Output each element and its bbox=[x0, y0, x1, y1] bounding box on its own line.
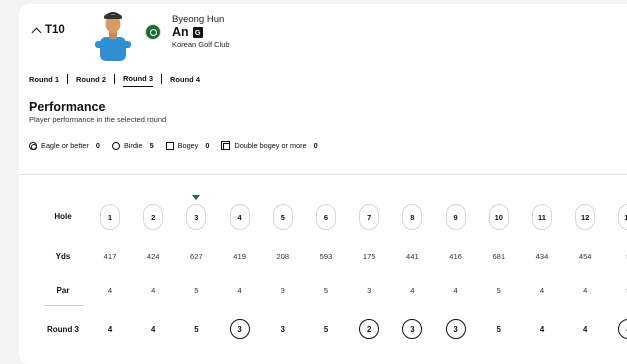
hole-number-1[interactable]: 1 bbox=[100, 204, 120, 230]
current-hole-marker-icon bbox=[192, 195, 201, 200]
player-last-name-row[interactable]: An G bbox=[172, 25, 203, 39]
player-scorecard-card: T10 Byeong Hun An G Korean Golf Club Rou… bbox=[19, 4, 627, 364]
tab-separator bbox=[67, 74, 68, 84]
hole-number-13[interactable]: 13 bbox=[618, 204, 627, 230]
hole-number-7[interactable]: 7 bbox=[359, 204, 380, 230]
yds-cell: 441 bbox=[406, 252, 419, 261]
score-cell: 4 bbox=[618, 319, 627, 339]
tab-separator bbox=[161, 74, 162, 84]
par-cell: 4 bbox=[410, 286, 415, 295]
hole-number-5[interactable]: 5 bbox=[272, 204, 293, 230]
birdie-icon bbox=[111, 141, 120, 150]
yds-cell: 416 bbox=[449, 252, 462, 261]
player-first-name: Byeong Hun bbox=[172, 14, 225, 25]
score-legend: Eagle or better 0 Birdie 5 Bogey 0 Doubl… bbox=[29, 141, 330, 150]
eagle-icon bbox=[29, 141, 37, 150]
bogey-icon bbox=[165, 141, 174, 150]
legend-birdie-count: 5 bbox=[149, 141, 154, 150]
tab-round-2[interactable]: Round 2 bbox=[76, 75, 106, 87]
par-cell: 5 bbox=[323, 286, 329, 295]
legend-eagle-label: Eagle or better bbox=[41, 141, 89, 150]
round-tabs: Round 1 Round 2 Round 3 Round 4 bbox=[29, 74, 200, 87]
par-cell: 5 bbox=[613, 286, 627, 295]
score-cell: 3 bbox=[229, 319, 250, 339]
legend-eagle-count: 0 bbox=[95, 141, 100, 150]
hole-number-8[interactable]: 8 bbox=[402, 204, 423, 230]
par-cell: 4 bbox=[539, 286, 545, 295]
legend-double-bogey-count: 0 bbox=[313, 141, 318, 150]
amateur-badge: G bbox=[192, 26, 203, 38]
score-cell: 3 bbox=[280, 324, 285, 334]
score-cell: 3 bbox=[402, 319, 423, 339]
score-cell: 4 bbox=[539, 324, 545, 334]
tab-round-4[interactable]: Round 4 bbox=[170, 75, 200, 87]
performance-subtitle: Player performance in the selected round bbox=[29, 115, 167, 124]
par-cell: 3 bbox=[280, 286, 285, 295]
par-cell: 4 bbox=[151, 286, 156, 295]
hole-number-6[interactable]: 6 bbox=[316, 204, 336, 230]
par-divider bbox=[44, 305, 84, 306]
player-last-name: An bbox=[172, 25, 189, 39]
score-cell: 5 bbox=[194, 324, 199, 334]
score-cell: 3 bbox=[445, 319, 466, 339]
legend-bogey: Bogey 0 bbox=[165, 141, 210, 150]
hole-number-12[interactable]: 12 bbox=[575, 204, 596, 230]
yds-cell: 424 bbox=[146, 252, 160, 261]
hole-number-4[interactable]: 4 bbox=[229, 204, 250, 230]
yds-cell: 175 bbox=[362, 252, 376, 261]
yds-cell: 454 bbox=[578, 252, 592, 261]
score-cell: 4 bbox=[583, 324, 588, 334]
par-cell: 4 bbox=[453, 286, 458, 295]
tab-round-1[interactable]: Round 1 bbox=[29, 75, 59, 87]
performance-title: Performance bbox=[29, 100, 106, 114]
yds-cell: 5 bbox=[613, 252, 627, 261]
hole-number-3[interactable]: 3 bbox=[186, 204, 207, 230]
par-cell: 4 bbox=[583, 286, 588, 295]
legend-double-bogey: Double bogey or more 0 bbox=[221, 141, 318, 150]
par-cell: 4 bbox=[107, 286, 113, 295]
hole-number-2[interactable]: 2 bbox=[143, 204, 164, 230]
tab-round-3[interactable]: Round 3 bbox=[123, 74, 153, 87]
section-divider bbox=[19, 174, 627, 175]
score-cell: 2 bbox=[359, 319, 380, 339]
par-cell: 4 bbox=[237, 286, 242, 295]
legend-birdie: Birdie 5 bbox=[111, 141, 154, 150]
score-cell: 4 bbox=[151, 324, 156, 334]
par-cell: 5 bbox=[194, 286, 199, 295]
tab-separator bbox=[114, 74, 115, 84]
legend-double-bogey-label: Double bogey or more bbox=[234, 141, 307, 150]
yds-cell: 681 bbox=[492, 252, 506, 261]
hole-number-9[interactable]: 9 bbox=[445, 204, 466, 230]
yds-cell: 419 bbox=[233, 252, 246, 261]
player-photo bbox=[95, 12, 131, 61]
row-label-par: Par bbox=[56, 286, 70, 295]
country-flag-icon bbox=[145, 24, 161, 40]
yds-cell: 627 bbox=[190, 252, 203, 261]
legend-bogey-label: Bogey bbox=[177, 141, 199, 150]
legend-bogey-count: 0 bbox=[205, 141, 210, 150]
yds-cell: 417 bbox=[103, 252, 117, 261]
player-club: Korean Golf Club bbox=[172, 40, 230, 49]
score-cell: 5 bbox=[323, 324, 329, 334]
score-cell: 4 bbox=[107, 324, 113, 334]
hole-number-11[interactable]: 11 bbox=[532, 204, 552, 230]
row-label-round: Round 3 bbox=[47, 325, 79, 334]
position-toggle[interactable]: T10 bbox=[31, 24, 65, 37]
chevron-up-icon bbox=[31, 27, 42, 37]
yds-cell: 208 bbox=[276, 252, 290, 261]
par-cell: 5 bbox=[496, 286, 501, 295]
yds-cell: 434 bbox=[535, 252, 549, 261]
legend-eagle: Eagle or better 0 bbox=[29, 141, 100, 150]
par-cell: 3 bbox=[367, 286, 372, 295]
yds-cell: 593 bbox=[319, 252, 333, 261]
hole-number-10[interactable]: 10 bbox=[488, 204, 509, 230]
score-cell: 5 bbox=[496, 324, 501, 334]
position-label: T10 bbox=[45, 24, 65, 36]
legend-birdie-label: Birdie bbox=[123, 141, 143, 150]
double-bogey-icon bbox=[221, 141, 231, 150]
row-label-yds: Yds bbox=[55, 252, 71, 261]
row-label-hole: Hole bbox=[54, 212, 72, 221]
